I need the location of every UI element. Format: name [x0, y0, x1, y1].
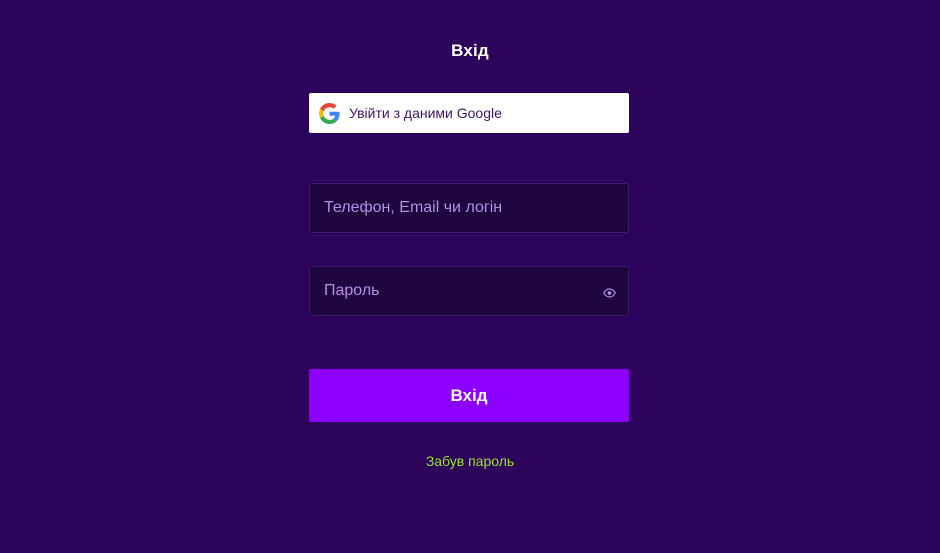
password-field-container: [309, 266, 629, 316]
login-input[interactable]: [310, 184, 628, 232]
eye-icon[interactable]: [603, 286, 616, 298]
login-submit-button[interactable]: Вхід: [309, 369, 629, 422]
google-sign-in-button[interactable]: Увійти з даними Google: [309, 93, 629, 133]
password-input[interactable]: [310, 267, 628, 315]
google-sign-in-label: Увійти з даними Google: [349, 105, 502, 121]
login-page: Вхід Увійти з даними Google Вхід Забув п…: [0, 0, 940, 553]
page-title: Вхід: [451, 41, 489, 60]
forgot-password-link[interactable]: Забув пароль: [0, 453, 940, 469]
login-field-container: [309, 183, 629, 233]
google-logo-icon: [318, 102, 340, 124]
